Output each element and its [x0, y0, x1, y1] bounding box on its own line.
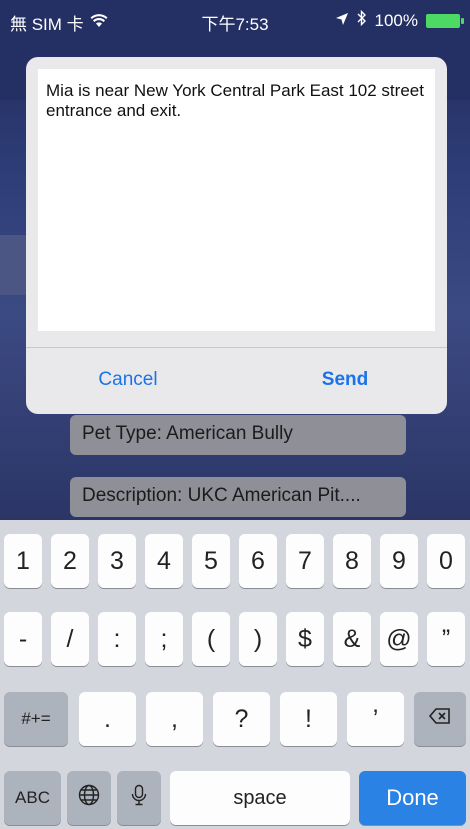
description-field: Description: UKC American Pit.... — [70, 477, 406, 517]
key-ampersand[interactable]: & — [333, 612, 371, 666]
microphone-key[interactable] — [117, 771, 161, 825]
done-key[interactable]: Done — [359, 771, 466, 825]
key-0[interactable]: 0 — [427, 534, 465, 588]
key-3[interactable]: 3 — [98, 534, 136, 588]
key-7[interactable]: 7 — [286, 534, 324, 588]
cancel-button[interactable]: Cancel — [28, 357, 228, 403]
delete-icon — [428, 704, 452, 735]
bluetooth-icon — [357, 9, 367, 31]
key-apostrophe[interactable]: ’ — [347, 692, 404, 746]
key-close-paren[interactable]: ) — [239, 612, 277, 666]
message-textarea[interactable]: Mia is near New York Central Park East 1… — [38, 69, 435, 331]
symbols-key[interactable]: #+= — [4, 692, 68, 746]
message-dialog: Mia is near New York Central Park East 1… — [26, 57, 447, 414]
delete-key[interactable] — [414, 692, 466, 746]
send-button[interactable]: Send — [245, 357, 445, 403]
key-comma[interactable]: , — [146, 692, 203, 746]
key-at[interactable]: @ — [380, 612, 418, 666]
abc-key[interactable]: ABC — [4, 771, 61, 825]
battery-icon — [426, 13, 464, 28]
key-6[interactable]: 6 — [239, 534, 277, 588]
key-5[interactable]: 5 — [192, 534, 230, 588]
key-1[interactable]: 1 — [4, 534, 42, 588]
key-2[interactable]: 2 — [51, 534, 89, 588]
status-right-group: 100% — [335, 9, 464, 31]
key-exclamation[interactable]: ! — [280, 692, 337, 746]
key-semicolon[interactable]: ; — [145, 612, 183, 666]
battery-percent: 100% — [374, 10, 418, 30]
microphone-icon — [127, 783, 151, 814]
key-question[interactable]: ? — [213, 692, 270, 746]
globe-icon — [77, 783, 101, 814]
dialog-divider — [26, 347, 447, 348]
key-8[interactable]: 8 — [333, 534, 371, 588]
key-4[interactable]: 4 — [145, 534, 183, 588]
key-slash[interactable]: / — [51, 612, 89, 666]
key-quote[interactable]: ” — [427, 612, 465, 666]
key-colon[interactable]: : — [98, 612, 136, 666]
numeric-keyboard: 1 2 3 4 5 6 7 8 9 0 - / : ; ( ) $ & @ ” … — [0, 520, 470, 829]
key-dollar[interactable]: $ — [286, 612, 324, 666]
space-key[interactable]: space — [170, 771, 350, 825]
globe-key[interactable] — [67, 771, 111, 825]
status-bar: 無 SIM 卡 下午7:53 100% — [0, 0, 470, 40]
pet-type-field: Pet Type: American Bully — [70, 415, 406, 455]
key-period[interactable]: . — [79, 692, 136, 746]
key-9[interactable]: 9 — [380, 534, 418, 588]
key-hyphen[interactable]: - — [4, 612, 42, 666]
location-icon — [335, 11, 349, 31]
key-open-paren[interactable]: ( — [192, 612, 230, 666]
